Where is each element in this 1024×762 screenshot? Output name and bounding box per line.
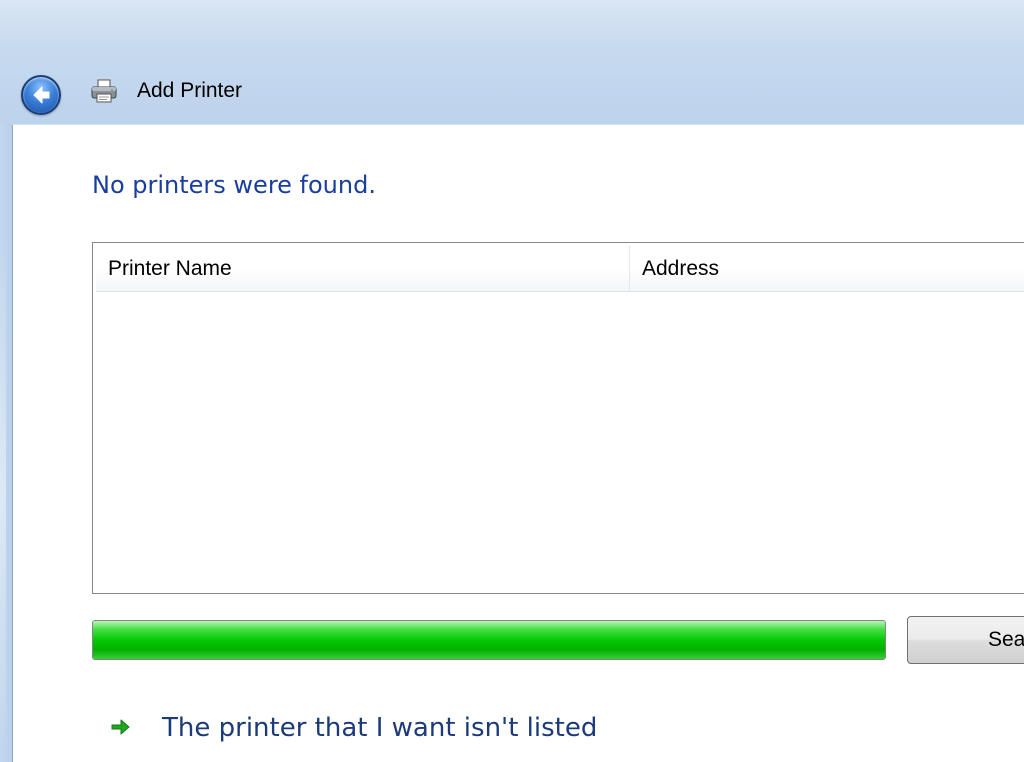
- printer-icon: [90, 78, 118, 104]
- column-header-printer-name[interactable]: Printer Name: [96, 246, 630, 292]
- back-arrow-icon: [33, 86, 50, 104]
- search-again-button[interactable]: Search again: [907, 616, 1024, 664]
- green-arrow-icon: [111, 719, 130, 735]
- list-header: Printer Name Address: [96, 246, 1024, 292]
- window-title: Add Printer: [137, 79, 243, 102]
- window-frame-top: [0, 0, 1024, 124]
- printer-not-listed-link[interactable]: The printer that I want isn't listed: [162, 708, 597, 748]
- search-progress-bar: [92, 620, 886, 660]
- back-button[interactable]: [21, 75, 61, 115]
- window-frame-left: [0, 124, 12, 762]
- page-heading: No printers were found.: [92, 171, 376, 199]
- progress-fill: [93, 621, 885, 659]
- add-printer-window: Add Printer No printers were found. Prin…: [0, 0, 1024, 762]
- printer-list[interactable]: Printer Name Address: [92, 242, 1024, 594]
- column-header-address[interactable]: Address: [630, 246, 1024, 292]
